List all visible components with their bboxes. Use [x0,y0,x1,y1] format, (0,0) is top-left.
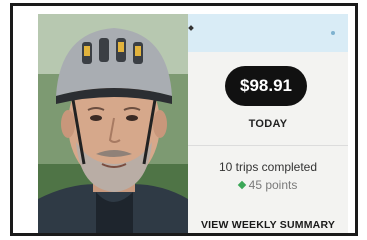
map-header-strip [188,14,348,52]
location-dot-icon [331,31,335,35]
view-weekly-summary-link[interactable]: VIEW WEEKLY SUMMARY [188,219,348,231]
points-text: 45 points [248,178,298,192]
driver-app-panel: $98.91 TODAY 10 trips completed 45 point… [188,14,348,233]
divider [188,145,348,146]
status-icon [188,25,194,31]
earnings-amount-pill[interactable]: $98.91 [225,66,307,106]
driver-selfie-photo [38,14,188,233]
earnings-period-label: TODAY [248,118,288,130]
trips-completed-text: 10 trips completed [218,160,318,174]
diamond-icon [237,180,246,190]
points-row: 45 points [188,178,348,192]
screenshot-frame: $98.91 TODAY 10 trips completed 45 point… [10,3,358,236]
